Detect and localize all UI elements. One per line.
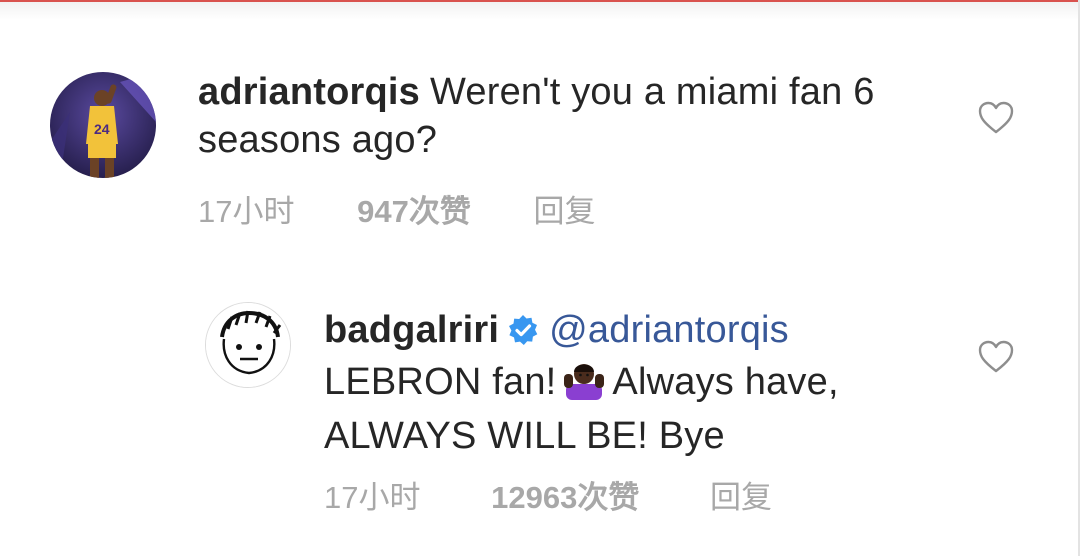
reply-button[interactable]: 回复 [710,480,772,515]
comment-time: 17小时 [324,480,421,515]
comment-body: adriantorqis Weren't you a miami fan 6 se… [198,68,958,164]
avatar-badgalriri[interactable] [205,302,291,388]
verified-badge-icon [507,310,539,358]
username[interactable]: adriantorqis [198,71,420,113]
reply-button[interactable]: 回复 [533,194,595,229]
reply-text-part2: Always have, [612,361,839,403]
mention-link[interactable]: @adriantorqis [549,309,789,351]
reply-text-line2: ALWAYS WILL BE! Bye [324,415,725,457]
reply-meta: 17小时 12963次赞 回复 [324,472,772,517]
like-heart-icon[interactable] [978,101,1014,135]
comment-meta: 17小时 947次赞 回复 [198,186,595,231]
comment-text-line2: seasons ago? [198,119,438,161]
like-count[interactable]: 12963次赞 [491,480,639,515]
username[interactable]: badgalriri [324,309,499,351]
avatar-adriantorqis[interactable]: 24 [50,72,156,178]
top-shadow [0,2,1080,20]
woman-shrugging-emoji-icon [564,360,605,412]
comment-time: 17小时 [198,194,295,229]
reply-text-part1: LEBRON fan! [324,361,557,403]
reply-body: badgalriri @adriantorqis LEBRON fan! Alw… [324,306,964,460]
like-count[interactable]: 947次赞 [357,194,471,229]
comment-text-line1: Weren't you a miami fan 6 [430,71,875,113]
like-heart-icon[interactable] [978,340,1014,374]
svg-text:24: 24 [94,121,110,137]
